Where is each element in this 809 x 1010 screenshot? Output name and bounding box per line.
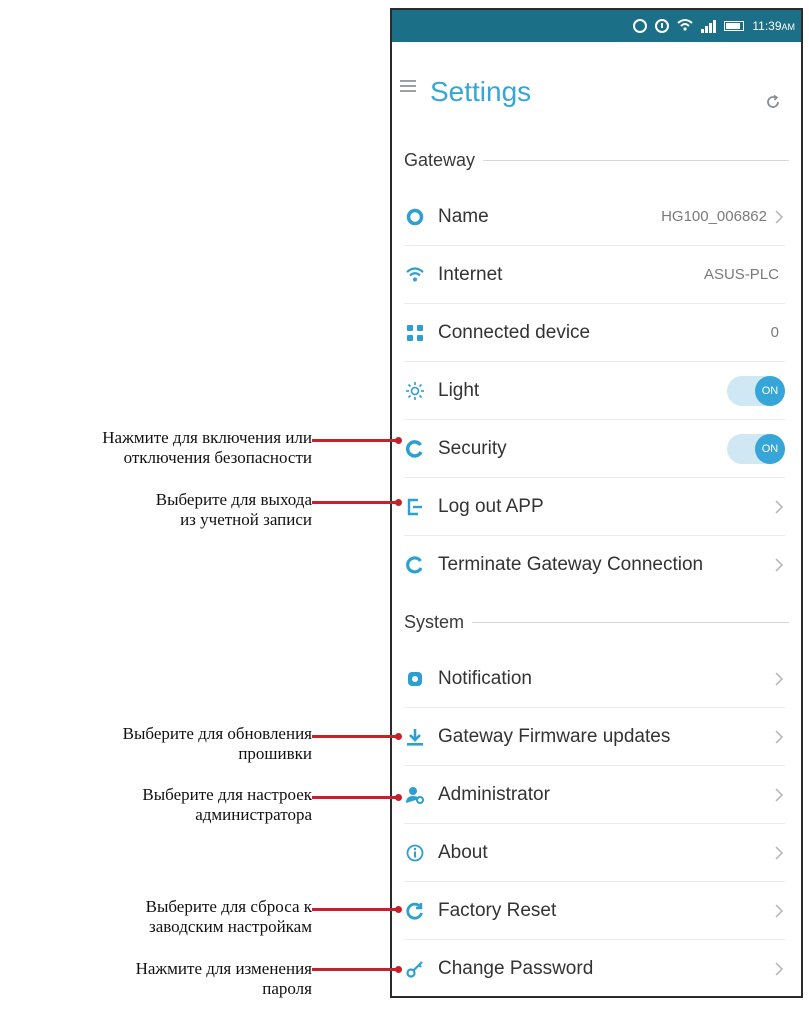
row-internet-value: ASUS-PLC [703, 266, 779, 283]
chevron-right-icon [773, 728, 785, 746]
wifi-status-icon [677, 18, 694, 35]
row-firmware-label: Gateway Firmware updates [438, 725, 671, 747]
annotation-security: Нажмите для включения или отключения без… [102, 428, 312, 467]
annotation-change-password: Нажмите для изменения пароля [135, 959, 312, 998]
annotation-administrator: Выберите для настроек администратора [142, 785, 312, 824]
divider [472, 621, 789, 623]
menu-icon[interactable] [400, 80, 416, 92]
row-administrator[interactable]: Administrator [404, 766, 785, 824]
row-terminate-label: Terminate Gateway Connection [438, 554, 704, 575]
annotation-logout: Выберите для выхода из учетной записи [155, 490, 312, 529]
chevron-right-icon [773, 902, 785, 920]
row-name-value: HG100_006862 [661, 208, 767, 225]
notification-icon [404, 668, 426, 690]
logout-icon [404, 496, 426, 518]
reset-icon [404, 900, 426, 922]
light-toggle[interactable]: ON [727, 375, 785, 406]
page-title: Settings [430, 76, 532, 107]
row-light-label: Light [438, 379, 480, 401]
row-security-label: Security [438, 437, 507, 459]
app-bar: Settings [392, 42, 801, 132]
row-connected-device-label: Connected device [438, 321, 591, 343]
section-system-header: System [392, 594, 801, 650]
sync-icon [633, 19, 648, 33]
annotation-line [312, 499, 402, 506]
refresh-icon[interactable] [765, 94, 781, 110]
chevron-right-icon [773, 670, 785, 688]
info-icon [404, 842, 426, 864]
row-about[interactable]: About [404, 824, 785, 882]
row-name[interactable]: Name HG100_006862 [404, 188, 785, 246]
row-administrator-label: Administrator [438, 783, 550, 805]
row-factory-reset[interactable]: Factory Reset [404, 882, 785, 940]
battery-icon [724, 21, 745, 31]
section-gateway-header: Gateway [392, 132, 801, 188]
annotation-line [312, 966, 402, 973]
status-time: 11:39AM [752, 19, 795, 33]
row-terminate[interactable]: Terminate Gateway Connection [404, 536, 785, 594]
divider [483, 159, 789, 161]
chevron-right-icon [773, 844, 785, 862]
phone-screen: 11:39AM Settings Gateway Name HG100_0068… [390, 8, 803, 998]
wifi-icon [404, 264, 426, 286]
row-internet[interactable]: Internet ASUS-PLC [404, 246, 785, 304]
chevron-right-icon [773, 208, 785, 226]
key-icon [404, 958, 426, 980]
alarm-icon [655, 19, 670, 33]
admin-user-icon [404, 784, 426, 806]
security-toggle-state: ON [755, 433, 785, 464]
sun-icon [404, 380, 426, 402]
row-logout[interactable]: Log out APP [404, 478, 785, 536]
chevron-right-icon [773, 786, 785, 804]
row-name-label: Name [438, 205, 489, 227]
row-about-label: About [438, 841, 488, 863]
row-notification[interactable]: Notification [404, 650, 785, 708]
row-connected-device[interactable]: Connected device 0 [404, 304, 785, 362]
row-internet-label: Internet [438, 263, 503, 285]
section-gateway-title: Gateway [404, 149, 476, 170]
devices-grid-icon [404, 322, 426, 344]
terminate-icon [404, 554, 426, 576]
row-notification-label: Notification [438, 667, 532, 689]
signal-icon [701, 19, 717, 33]
chevron-right-icon [773, 498, 785, 516]
row-security: Security ON [404, 420, 785, 478]
row-change-password[interactable]: Change Password [404, 940, 785, 996]
annotation-firmware: Выберите для обновления прошивки [122, 724, 312, 763]
row-change-password-label: Change Password [438, 958, 594, 979]
annotation-line [312, 794, 402, 801]
row-firmware[interactable]: Gateway Firmware updates [404, 708, 785, 766]
status-bar: 11:39AM [392, 10, 801, 42]
annotation-factory-reset: Выберите для сброса к заводским настройк… [145, 897, 312, 936]
location-ring-icon [404, 206, 426, 228]
row-logout-label: Log out APP [438, 495, 544, 517]
row-light: Light ON [404, 362, 785, 420]
security-icon [404, 438, 426, 460]
annotation-line [312, 906, 402, 913]
security-toggle[interactable]: ON [727, 433, 785, 464]
chevron-right-icon [773, 960, 785, 978]
section-system-title: System [404, 611, 465, 632]
annotation-line [312, 733, 402, 740]
download-icon [404, 726, 426, 748]
row-factory-reset-label: Factory Reset [438, 899, 557, 921]
annotation-line [312, 437, 402, 444]
row-connected-device-value: 0 [770, 324, 779, 341]
chevron-right-icon [773, 556, 785, 574]
light-toggle-state: ON [755, 375, 785, 406]
status-icons: 11:39AM [633, 10, 795, 42]
